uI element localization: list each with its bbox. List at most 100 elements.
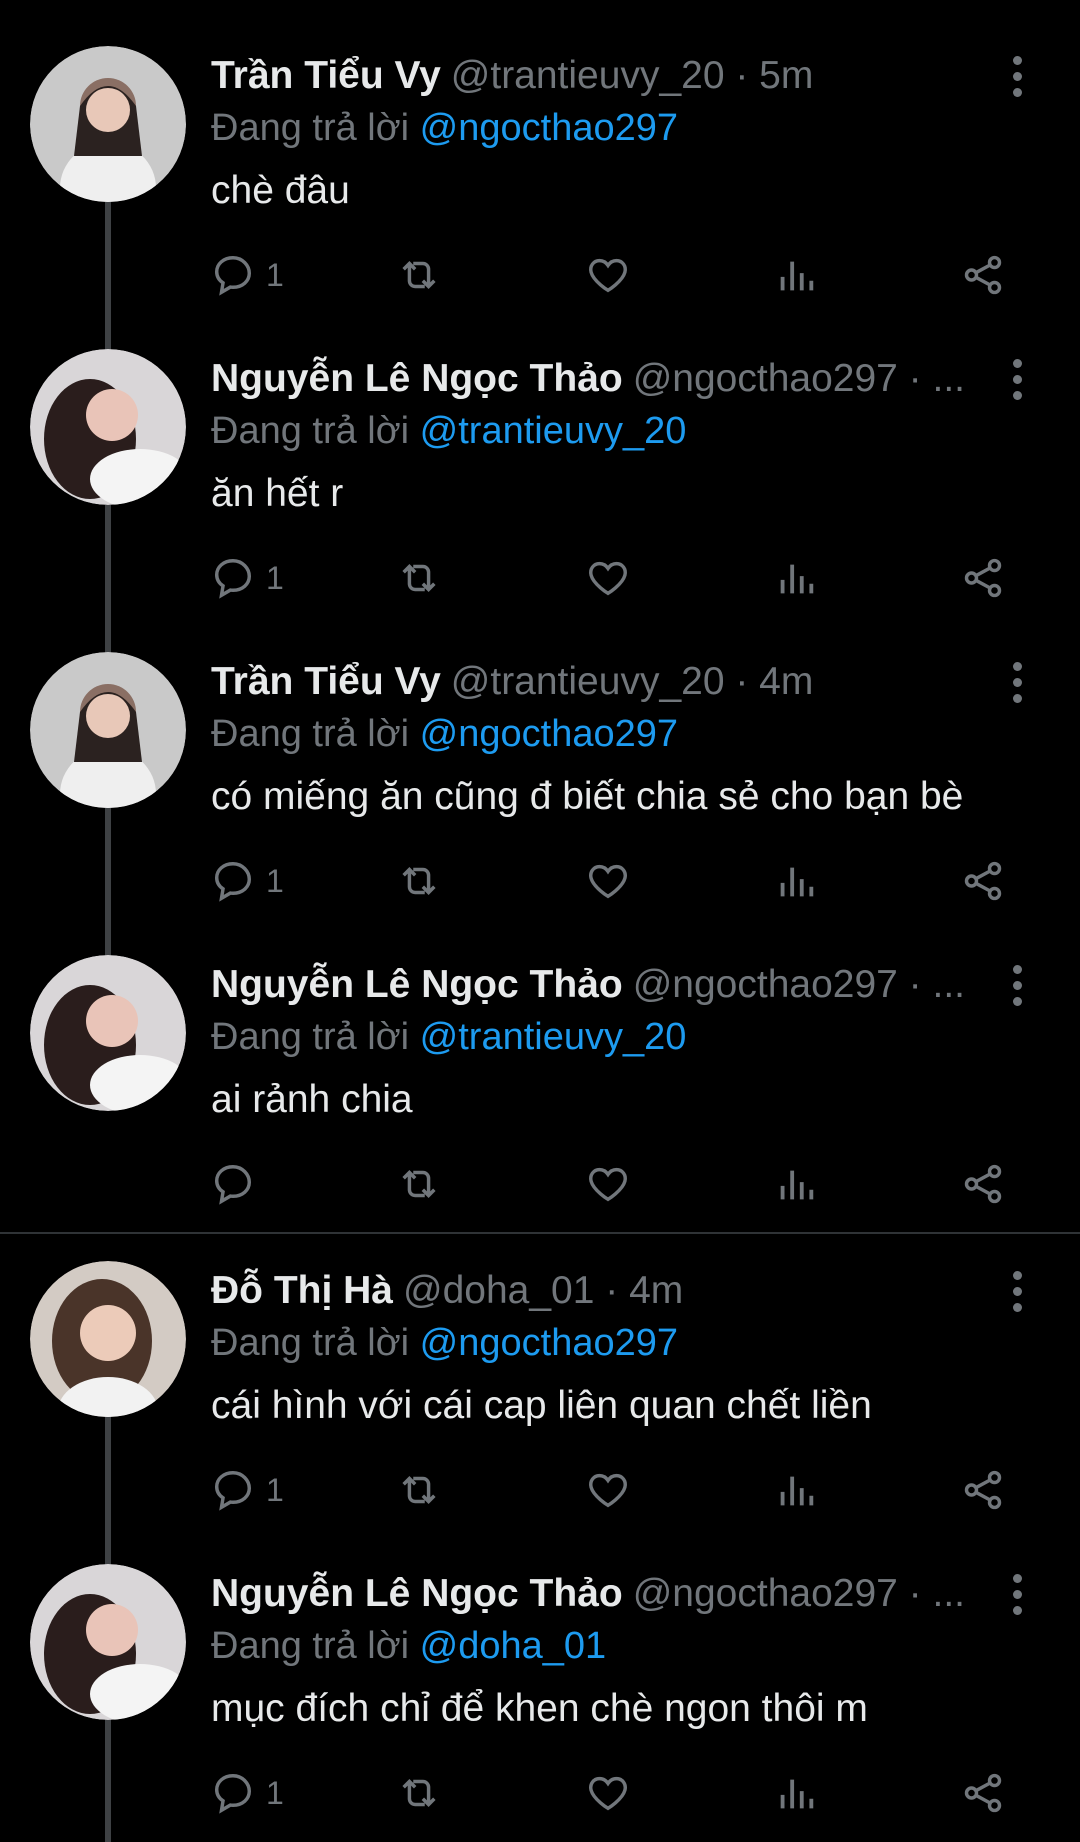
views-button[interactable] [773, 851, 819, 911]
reply-icon [214, 1774, 252, 1814]
handle-time: @trantieuvy_20 · 5m [450, 54, 814, 97]
share-button[interactable] [960, 548, 1006, 608]
like-button[interactable] [585, 1154, 631, 1214]
share-button[interactable] [960, 851, 1006, 911]
views-icon [780, 564, 814, 594]
more-vertical-icon[interactable] [1000, 1263, 1034, 1319]
reply-count: 1 [266, 256, 284, 293]
retweet-button[interactable] [396, 1460, 442, 1520]
tweet[interactable]: Nguyễn Lê Ngọc Thảo @ngocthao297 · ... Đa… [0, 303, 1080, 606]
share-button[interactable] [960, 1763, 1006, 1823]
reply-count: 1 [266, 862, 284, 899]
replying-to: Đang trả lời @ngocthao297 [211, 1317, 678, 1369]
reply-button[interactable]: 1 [210, 245, 284, 305]
reply-button[interactable]: 1 [210, 1460, 284, 1520]
share-icon [964, 1470, 1002, 1510]
heart-icon [589, 561, 627, 596]
avatar[interactable] [30, 46, 186, 202]
display-name[interactable]: Trần Tiểu Vy [211, 54, 441, 97]
tweet[interactable]: Nguyễn Lê Ngọc Thảo @ngocthao297 · ... Đa… [0, 1518, 1080, 1821]
retweet-button[interactable] [396, 245, 442, 305]
share-button[interactable] [960, 1460, 1006, 1520]
tweet[interactable]: Trần Tiểu Vy @trantieuvy_20 · 5m Đang trả… [0, 0, 1080, 303]
tweet-header: Đỗ Thị Hà @doha_01 · 4m [211, 1263, 981, 1319]
tweet-actions [0, 1154, 1080, 1214]
display-name[interactable]: Nguyễn Lê Ngọc Thảo [211, 963, 623, 1006]
views-button[interactable] [773, 548, 819, 608]
avatar[interactable] [30, 1261, 186, 1417]
more-vertical-icon[interactable] [1000, 957, 1034, 1013]
reply-count: 1 [266, 559, 284, 596]
mention-link[interactable]: @trantieuvy_20 [420, 410, 687, 452]
views-button[interactable] [773, 1763, 819, 1823]
views-button[interactable] [773, 245, 819, 305]
replying-to-label: Đang trả lời [211, 713, 410, 755]
tweet-text: chè đâu [211, 169, 350, 212]
share-button[interactable] [960, 1154, 1006, 1214]
display-name[interactable]: Nguyễn Lê Ngọc Thảo [211, 357, 623, 400]
mention-link[interactable]: @trantieuvy_20 [420, 1016, 687, 1058]
reply-count: 1 [266, 1774, 284, 1811]
reply-button[interactable] [210, 1154, 266, 1214]
like-button[interactable] [585, 1763, 631, 1823]
share-icon [964, 558, 1002, 598]
mention-link[interactable]: @ngocthao297 [420, 1322, 678, 1364]
replying-to-label: Đang trả lời [211, 1625, 410, 1667]
reply-button[interactable]: 1 [210, 1763, 284, 1823]
share-button[interactable] [960, 245, 1006, 305]
tweet[interactable]: Nguyễn Lê Ngọc Thảo @ngocthao297 · ... Đa… [0, 909, 1080, 1212]
tweet-actions: 1 [0, 1460, 1080, 1520]
handle-time: @trantieuvy_20 · 4m [450, 660, 814, 703]
avatar[interactable] [30, 1564, 186, 1720]
more-vertical-icon[interactable] [1000, 48, 1034, 104]
retweet-button[interactable] [396, 851, 442, 911]
retweet-icon [402, 1476, 436, 1504]
reply-button[interactable]: 1 [210, 548, 284, 608]
mention-link[interactable]: @doha_01 [420, 1625, 607, 1667]
display-name[interactable]: Trần Tiểu Vy [211, 660, 441, 703]
reply-button[interactable]: 1 [210, 851, 284, 911]
avatar[interactable] [30, 652, 186, 808]
retweet-icon [402, 867, 436, 895]
retweet-icon [402, 1779, 436, 1807]
views-icon [780, 1779, 814, 1809]
like-button[interactable] [585, 245, 631, 305]
retweet-icon [402, 261, 436, 289]
retweet-button[interactable] [396, 1154, 442, 1214]
tweet[interactable]: Trần Tiểu Vy @trantieuvy_20 · 4m Đang trả… [0, 606, 1080, 909]
like-button[interactable] [585, 851, 631, 911]
tweet-actions: 1 [0, 851, 1080, 911]
tweet-header: Nguyễn Lê Ngọc Thảo @ngocthao297 · ... [211, 957, 981, 1013]
reply-icon [214, 256, 252, 296]
share-icon [964, 1164, 1002, 1204]
more-vertical-icon[interactable] [1000, 654, 1034, 710]
views-button[interactable] [773, 1460, 819, 1520]
tweet-text: cái hình với cái cap liên quan chết liền [211, 1384, 872, 1427]
heart-icon [589, 864, 627, 899]
avatar[interactable] [30, 955, 186, 1111]
views-icon [780, 261, 814, 291]
heart-icon [589, 1167, 627, 1202]
heart-icon [589, 258, 627, 293]
reply-icon [214, 559, 252, 599]
like-button[interactable] [585, 548, 631, 608]
tweet[interactable]: Đỗ Thị Hà @doha_01 · 4m Đang trả lời @ngo… [0, 1215, 1080, 1518]
retweet-button[interactable] [396, 548, 442, 608]
tweet-actions: 1 [0, 548, 1080, 608]
replying-to-label: Đang trả lời [211, 107, 410, 149]
avatar[interactable] [30, 349, 186, 505]
reply-icon [214, 1165, 252, 1205]
tweet-actions: 1 [0, 1763, 1080, 1823]
retweet-button[interactable] [396, 1763, 442, 1823]
more-vertical-icon[interactable] [1000, 351, 1034, 407]
display-name[interactable]: Nguyễn Lê Ngọc Thảo [211, 1572, 623, 1615]
handle-time: @ngocthao297 · ... [632, 963, 966, 1006]
mention-link[interactable]: @ngocthao297 [420, 713, 678, 755]
display-name[interactable]: Đỗ Thị Hà [211, 1269, 393, 1312]
share-icon [964, 255, 1002, 295]
views-button[interactable] [773, 1154, 819, 1214]
mention-link[interactable]: @ngocthao297 [420, 107, 678, 149]
more-vertical-icon[interactable] [1000, 1566, 1034, 1622]
like-button[interactable] [585, 1460, 631, 1520]
tweet-text: ăn hết r [211, 472, 344, 515]
